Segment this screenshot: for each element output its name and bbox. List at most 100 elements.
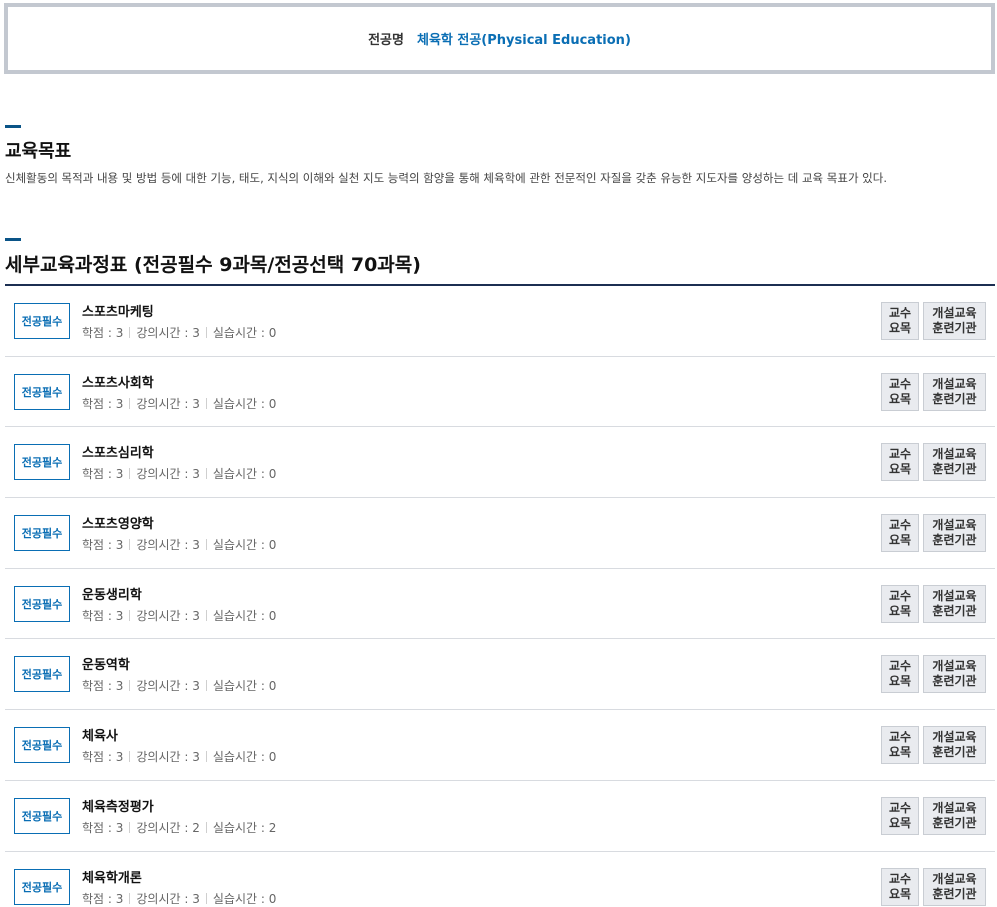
course-row: 전공필수 스포츠마케팅 학점 : 3 강의시간 : 3 실습시간 : 0 교수 요목 개설교육… xyxy=(5,286,995,357)
institution-label-line1: 개설교육 xyxy=(932,518,977,533)
required-badge: 전공필수 xyxy=(14,797,70,834)
course-lecture-hours: 강의시간 : 3 xyxy=(136,396,200,411)
meta-separator xyxy=(129,680,131,692)
institution-button[interactable]: 개설교육 훈련기관 xyxy=(923,867,986,906)
syllabus-button-label: 교수 요목 xyxy=(889,872,911,902)
course-name: 체육사 xyxy=(82,729,118,745)
institution-label-line1: 개설교육 xyxy=(932,730,977,745)
major-value: 체육학 전공(Physical Education) xyxy=(416,33,631,48)
meta-separator xyxy=(205,327,207,338)
major-info-box: 전공명 체육학 전공(Physical Education) xyxy=(4,3,995,74)
institution-label-line1: 개설교육 xyxy=(932,588,977,603)
institution-button[interactable]: 개설교육 훈련기관 xyxy=(923,443,986,482)
syllabus-button[interactable]: 교수 요목 xyxy=(881,372,919,411)
syllabus-button[interactable]: 교수 요목 xyxy=(881,584,919,623)
required-badge: 전공필수 xyxy=(14,444,70,481)
curriculum-title: 세부교육과정표 (전공필수 9과목/전공선택 70과목) xyxy=(5,254,421,276)
institution-label-line2: 훈련기관 xyxy=(932,533,977,548)
institution-button-label: 개설교육 훈련기관 xyxy=(932,872,976,902)
syllabus-button[interactable]: 교수 요목 xyxy=(881,796,919,835)
course-lecture-hours: 강의시간 : 3 xyxy=(136,608,200,623)
syllabus-label-line2: 요목 xyxy=(888,815,912,830)
course-credit: 학점 : 3 xyxy=(82,820,124,835)
course-name: 운동역학 xyxy=(82,658,130,674)
syllabus-label-line1: 교수 xyxy=(888,518,912,533)
syllabus-button-label: 교수 요목 xyxy=(889,659,911,689)
course-practice-hours: 실습시간 : 0 xyxy=(212,538,277,553)
institution-button[interactable]: 개설교육 훈련기관 xyxy=(923,726,986,765)
course-row: 전공필수 스포츠심리학 학점 : 3 강의시간 : 3 실습시간 : 0 교수 요목 개설교육… xyxy=(5,427,995,499)
syllabus-button[interactable]: 교수 요목 xyxy=(881,726,919,765)
institution-label-line2: 훈련기관 xyxy=(932,886,977,901)
syllabus-label-line2: 요목 xyxy=(888,603,912,618)
course-meta: 학점 : 3 강의시간 : 3 실습시간 : 0 xyxy=(82,677,276,694)
course-meta: 학점 : 3 강의시간 : 3 실습시간 : 0 xyxy=(82,890,276,907)
syllabus-button-label: 교수 요목 xyxy=(889,730,911,760)
course-meta: 학점 : 3 강의시간 : 3 실습시간 : 0 xyxy=(82,607,276,624)
meta-separator xyxy=(129,468,131,480)
institution-button[interactable]: 개설교육 훈련기관 xyxy=(923,655,986,694)
syllabus-label-line2: 요목 xyxy=(888,886,912,901)
course-meta: 학점 : 3 강의시간 : 3 실습시간 : 0 xyxy=(82,536,276,553)
course-lecture-hours: 강의시간 : 3 xyxy=(136,891,200,906)
course-name: 체육측정평가 xyxy=(82,799,154,815)
syllabus-button[interactable]: 교수 요목 xyxy=(881,302,919,340)
meta-separator xyxy=(205,892,207,904)
course-lecture-hours: 강의시간 : 3 xyxy=(136,679,200,694)
syllabus-label-line2: 요목 xyxy=(888,462,912,477)
institution-button-label: 개설교육 훈련기관 xyxy=(932,377,976,407)
meta-separator xyxy=(205,397,207,409)
institution-button-label: 개설교육 훈련기관 xyxy=(932,801,976,831)
course-practice-hours: 실습시간 : 0 xyxy=(212,467,277,482)
institution-label-line1: 개설교육 xyxy=(932,447,977,462)
institution-button[interactable]: 개설교육 훈련기관 xyxy=(923,584,986,623)
institution-button-label: 개설교육 훈련기관 xyxy=(932,589,976,619)
institution-label-line1: 개설교육 xyxy=(932,871,977,886)
syllabus-label-line2: 요목 xyxy=(888,533,912,548)
course-practice-hours: 실습시간 : 0 xyxy=(212,608,277,623)
syllabus-button-label: 교수 요목 xyxy=(889,801,911,831)
course-lecture-hours: 강의시간 : 3 xyxy=(136,750,200,765)
course-name: 스포츠사회학 xyxy=(82,375,154,391)
syllabus-button[interactable]: 교수 요목 xyxy=(881,655,919,694)
syllabus-button[interactable]: 교수 요목 xyxy=(881,867,919,906)
syllabus-label-line1: 교수 xyxy=(888,800,912,815)
meta-separator xyxy=(205,821,207,833)
curriculum-section-bar xyxy=(5,238,21,241)
syllabus-button[interactable]: 교수 요목 xyxy=(881,514,919,553)
required-badge: 전공필수 xyxy=(14,656,70,693)
institution-button[interactable]: 개설교육 훈련기관 xyxy=(923,796,986,835)
syllabus-label-line1: 교수 xyxy=(888,730,912,745)
course-practice-hours: 실습시간 : 0 xyxy=(212,396,277,411)
course-credit: 학점 : 3 xyxy=(82,467,124,482)
course-row: 전공필수 스포츠사회학 학점 : 3 강의시간 : 3 실습시간 : 0 교수 요목 개설교육… xyxy=(5,357,995,428)
course-credit: 학점 : 3 xyxy=(82,396,124,411)
course-name: 스포츠영양학 xyxy=(82,517,154,533)
institution-button[interactable]: 개설교육 훈련기관 xyxy=(923,514,986,553)
syllabus-label-line1: 교수 xyxy=(888,659,912,674)
course-row: 전공필수 체육측정평가학점 : 3 강의시간 : 2 실습시간 : 2 교수 요목 개설교육… xyxy=(5,781,995,852)
course-credit: 학점 : 3 xyxy=(82,538,124,553)
institution-label-line2: 훈련기관 xyxy=(932,603,977,618)
institution-button[interactable]: 개설교육 훈련기관 xyxy=(923,302,986,340)
course-name: 운동생리학 xyxy=(82,587,142,603)
course-practice-hours: 실습시간 : 0 xyxy=(212,679,277,694)
course-practice-hours: 실습시간 : 0 xyxy=(212,750,277,765)
meta-separator xyxy=(129,751,131,763)
syllabus-button[interactable]: 교수 요목 xyxy=(881,443,919,482)
major-label: 전공명 xyxy=(368,33,404,48)
institution-button[interactable]: 개설교육 훈련기관 xyxy=(923,372,986,411)
course-row: 전공필수 운동생리학 학점 : 3 강의시간 : 3 실습시간 : 0 교수 요목 개설교육 훈… xyxy=(5,569,995,640)
institution-button-label: 개설교육 훈련기관 xyxy=(932,518,976,548)
course-meta: 학점 : 3 강의시간 : 2 실습시간 : 2 xyxy=(82,819,276,836)
syllabus-label-line2: 요목 xyxy=(888,674,912,689)
meta-separator xyxy=(205,680,207,692)
meta-separator xyxy=(205,468,207,480)
meta-separator xyxy=(205,539,207,551)
institution-label-line1: 개설교육 xyxy=(932,376,977,391)
course-meta: 학점 : 3 강의시간 : 3 실습시간 : 0 xyxy=(82,748,276,765)
syllabus-label-line1: 교수 xyxy=(888,376,912,391)
course-row: 전공필수 체육사 학점 : 3 강의시간 : 3 실습시간 : 0 교수 요목 개설교육 훈련기… xyxy=(5,710,995,781)
course-credit: 학점 : 3 xyxy=(82,679,124,694)
institution-label-line2: 훈련기관 xyxy=(932,674,977,689)
